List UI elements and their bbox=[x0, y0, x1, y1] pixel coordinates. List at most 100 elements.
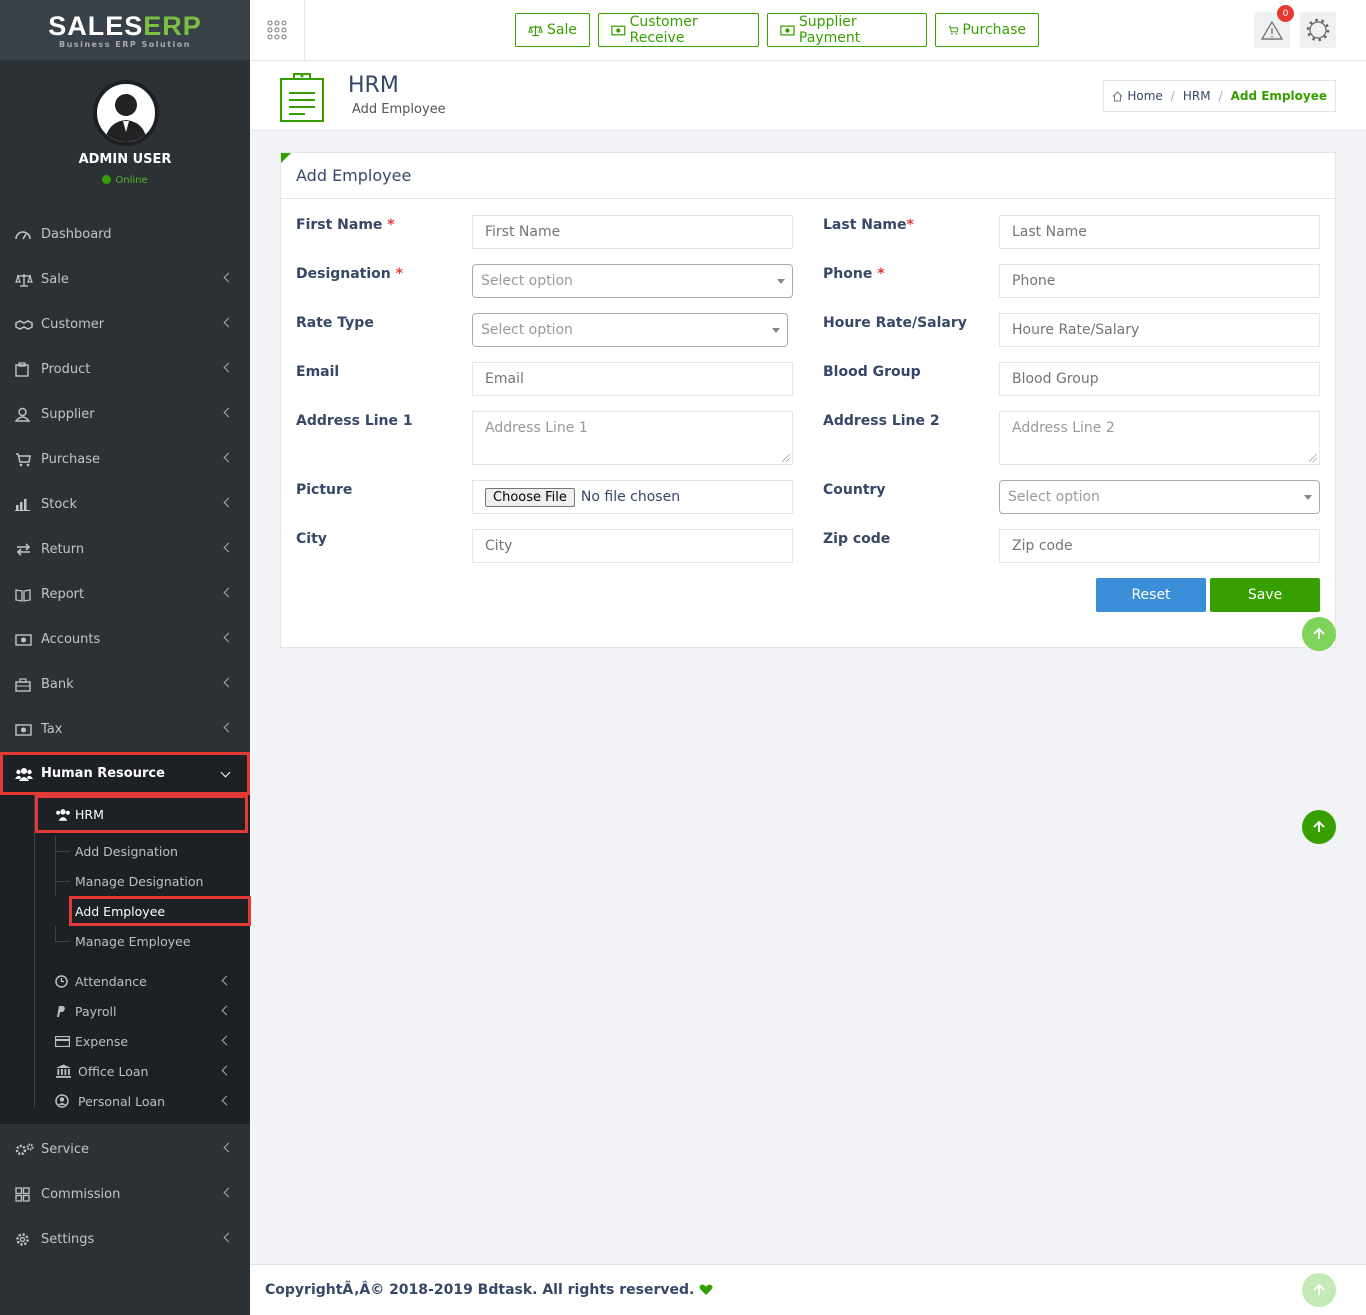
hourly-rate-input[interactable] bbox=[999, 313, 1320, 347]
sidebar-item-attendance[interactable]: Attendance bbox=[0, 966, 250, 996]
paypal-icon bbox=[55, 1005, 75, 1018]
chevron-left-icon bbox=[223, 317, 234, 328]
address-line-2-textarea[interactable]: Address Line 2 bbox=[999, 411, 1320, 465]
sidebar-item-dashboard[interactable]: Dashboard bbox=[0, 212, 250, 257]
top-navbar: Sale Customer Receive Supplier Payment P… bbox=[250, 0, 1366, 61]
scroll-top-button[interactable] bbox=[1302, 617, 1336, 651]
rate-type-select[interactable]: Select option bbox=[472, 313, 788, 347]
chevron-left-icon bbox=[221, 1035, 232, 1046]
notifications-button[interactable]: 0 bbox=[1254, 5, 1294, 48]
chevron-left-icon bbox=[223, 677, 234, 688]
avatar[interactable] bbox=[93, 80, 159, 146]
chevron-left-icon bbox=[223, 542, 234, 553]
sidebar-item-commission[interactable]: Commission bbox=[0, 1172, 250, 1217]
book-icon bbox=[15, 588, 37, 602]
cogs-icon bbox=[15, 1143, 37, 1157]
notification-badge: 0 bbox=[1277, 5, 1294, 22]
sidebar-item-add-employee[interactable]: Add Employee bbox=[69, 896, 251, 926]
address-line-1-textarea[interactable]: Address Line 1 bbox=[472, 411, 793, 465]
sidebar-item-stock[interactable]: Stock bbox=[0, 482, 250, 527]
supplier-payment-button[interactable]: Supplier Payment bbox=[767, 13, 927, 47]
brand-logo[interactable]: SALESERP Business ERP Solution bbox=[0, 0, 250, 60]
heart-icon bbox=[699, 1284, 713, 1295]
user-panel: ADMIN USER Online bbox=[0, 60, 250, 210]
chevron-left-icon bbox=[223, 362, 234, 373]
resize-grip-icon[interactable] bbox=[782, 454, 790, 462]
settings-button[interactable] bbox=[1300, 12, 1336, 48]
scroll-top-button[interactable] bbox=[1302, 810, 1336, 844]
sidebar-item-supplier[interactable]: Supplier bbox=[0, 392, 250, 437]
money-icon bbox=[611, 25, 626, 35]
sidebar-item-expense[interactable]: Expense bbox=[0, 1026, 250, 1056]
email-input[interactable] bbox=[472, 362, 793, 396]
city-input[interactable] bbox=[472, 529, 793, 563]
sidebar-item-office-loan[interactable]: Office Loan bbox=[0, 1056, 250, 1086]
hourly-rate-label: Houre Rate/Salary bbox=[823, 315, 967, 331]
choose-file-button[interactable]: Choose File bbox=[485, 487, 575, 507]
dashboard-icon bbox=[15, 229, 37, 241]
grid-icon bbox=[15, 1187, 37, 1202]
clipboard-icon bbox=[279, 71, 325, 127]
cart-icon bbox=[15, 452, 37, 467]
quick-purchase-button[interactable]: Purchase bbox=[935, 13, 1039, 47]
breadcrumb-home[interactable]: Home bbox=[1127, 89, 1162, 103]
apps-grid-icon[interactable] bbox=[250, 0, 305, 60]
phone-input[interactable] bbox=[999, 264, 1320, 298]
address-line-1-label: Address Line 1 bbox=[296, 413, 413, 429]
chevron-left-icon bbox=[223, 407, 234, 418]
arrow-up-icon bbox=[1313, 1283, 1325, 1295]
chevron-left-icon bbox=[223, 497, 234, 508]
save-button[interactable]: Save bbox=[1210, 578, 1320, 612]
sidebar-item-manage-employee[interactable]: Manage Employee bbox=[0, 926, 250, 956]
dropdown-arrow-icon bbox=[772, 328, 780, 333]
sidebar-item-add-designation[interactable]: Add Designation bbox=[0, 836, 250, 866]
sidebar-item-tax[interactable]: Tax bbox=[0, 707, 250, 752]
dropdown-arrow-icon bbox=[777, 279, 785, 284]
copyright-text: CopyrightÃ‚Â© 2018-2019 Bdtask. All righ… bbox=[265, 1282, 695, 1298]
sidebar-item-customer[interactable]: Customer bbox=[0, 302, 250, 347]
first-name-input[interactable] bbox=[472, 215, 793, 249]
sidebar-item-accounts[interactable]: Accounts bbox=[0, 617, 250, 662]
sidebar: SALESERP Business ERP Solution ADMIN USE… bbox=[0, 0, 251, 1315]
chevron-left-icon bbox=[223, 1232, 234, 1243]
sidebar-item-settings[interactable]: Settings bbox=[0, 1217, 250, 1262]
designation-select[interactable]: Select option bbox=[472, 264, 793, 298]
sidebar-item-bank[interactable]: Bank bbox=[0, 662, 250, 707]
chevron-left-icon bbox=[223, 587, 234, 598]
exchange-icon bbox=[15, 543, 37, 556]
sidebar-item-service[interactable]: Service bbox=[0, 1127, 250, 1172]
sidebar-item-hrm[interactable]: HRM bbox=[35, 795, 248, 833]
scroll-top-button[interactable] bbox=[1302, 1273, 1336, 1307]
reset-button[interactable]: Reset bbox=[1096, 578, 1206, 612]
customer-receive-button[interactable]: Customer Receive bbox=[598, 13, 759, 47]
last-name-input[interactable] bbox=[999, 215, 1320, 249]
breadcrumb-hrm[interactable]: HRM bbox=[1183, 89, 1211, 103]
sidebar-nav: Dashboard Sale Customer Product Supplier… bbox=[0, 212, 251, 1262]
sidebar-item-payroll[interactable]: Payroll bbox=[0, 996, 250, 1026]
sidebar-item-report[interactable]: Report bbox=[0, 572, 250, 617]
sidebar-item-manage-designation[interactable]: Manage Designation bbox=[0, 866, 250, 896]
first-name-label: First Name * bbox=[296, 217, 395, 233]
picture-file-input[interactable]: Choose File No file chosen bbox=[472, 480, 793, 514]
quick-sale-button[interactable]: Sale bbox=[515, 13, 590, 47]
sidebar-item-return[interactable]: Return bbox=[0, 527, 250, 572]
zip-code-input[interactable] bbox=[999, 529, 1320, 563]
sidebar-item-purchase[interactable]: Purchase bbox=[0, 437, 250, 482]
user-icon bbox=[15, 407, 37, 422]
sidebar-item-product[interactable]: Product bbox=[0, 347, 250, 392]
credit-card-icon bbox=[55, 1035, 75, 1047]
resize-grip-icon[interactable] bbox=[1309, 454, 1317, 462]
country-select[interactable]: Select option bbox=[999, 480, 1320, 514]
sidebar-item-sale[interactable]: Sale bbox=[0, 257, 250, 302]
gear-icon bbox=[1306, 18, 1330, 42]
blood-group-input[interactable] bbox=[999, 362, 1320, 396]
chevron-left-icon bbox=[221, 1005, 232, 1016]
bank-building-icon bbox=[55, 1064, 75, 1078]
handshake-icon bbox=[15, 319, 37, 331]
gear-icon bbox=[15, 1232, 37, 1247]
sidebar-item-human-resource[interactable]: Human Resource bbox=[0, 752, 250, 795]
page-subtitle: Add Employee bbox=[352, 102, 446, 117]
phone-label: Phone * bbox=[823, 266, 885, 282]
chevron-left-icon bbox=[223, 632, 234, 643]
sidebar-item-personal-loan[interactable]: Personal Loan bbox=[0, 1086, 250, 1116]
